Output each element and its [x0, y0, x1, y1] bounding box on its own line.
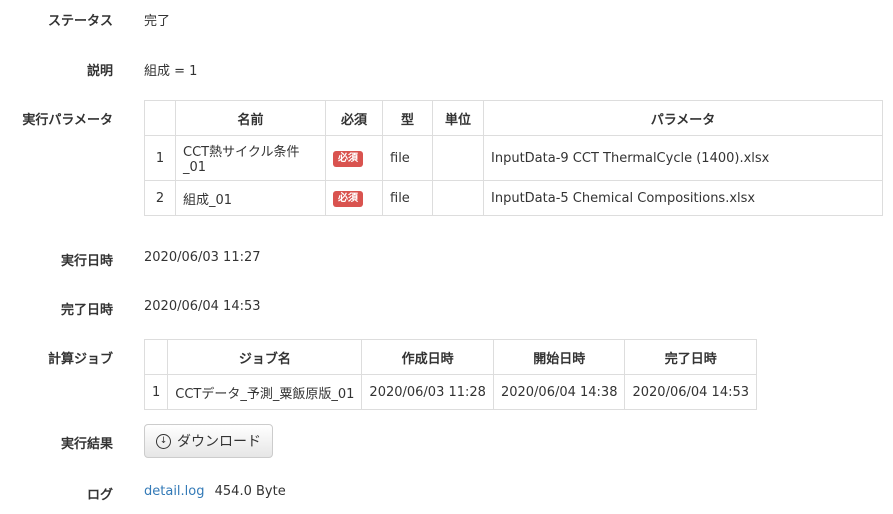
params-header-name: 名前 — [175, 100, 326, 136]
jobs-started: 2020/06/04 14:38 — [492, 374, 626, 410]
required-badge: 必須 — [333, 150, 363, 167]
params-header-unit: 単位 — [432, 100, 484, 136]
params-required-cell: 必須 — [325, 180, 383, 216]
done-time-label: 完了日時 — [60, 303, 113, 318]
params-header-idx — [144, 100, 176, 136]
params-name: 組成_01 — [175, 180, 326, 216]
log-value: detail.log 454.0 Byte — [144, 484, 286, 499]
table-row: 1 CCT熱サイクル条件_01 必須 file InputData-9 CCT … — [144, 135, 883, 181]
jobs-idx: 1 — [143, 374, 169, 410]
jobs-header-created: 作成日時 — [361, 339, 494, 375]
params-required-cell: 必須 — [325, 135, 383, 181]
params-unit — [432, 180, 484, 216]
params-value: InputData-9 CCT ThermalCycle (1400).xlsx — [483, 135, 883, 181]
params-idx: 2 — [144, 180, 176, 216]
log-file-size: 454.0 Byte — [214, 484, 286, 499]
jobs-header-idx — [143, 339, 169, 375]
log-label: ログ — [86, 488, 113, 503]
download-circle-icon: ↓ — [156, 433, 171, 449]
params-value: InputData-5 Chemical Compositions.xlsx — [483, 180, 883, 216]
jobs-label: 計算ジョブ — [47, 352, 113, 367]
table-row: 1 CCTデータ_予測_粟飯原版_01 2020/06/03 11:28 202… — [143, 374, 758, 410]
params-name: CCT熱サイクル条件_01 — [175, 135, 326, 181]
log-file-link[interactable]: detail.log — [144, 484, 205, 499]
jobs-header-started: 開始日時 — [492, 339, 626, 375]
params-type: file — [382, 135, 433, 181]
params-label: 実行パラメータ — [22, 113, 113, 128]
required-badge: 必須 — [333, 190, 363, 207]
jobs-finished: 2020/06/04 14:53 — [624, 374, 758, 410]
params-unit — [432, 135, 484, 181]
status-value: 完了 — [144, 14, 171, 29]
description-value: 組成 = 1 — [144, 64, 198, 79]
jobs-header-row: ジョブ名 作成日時 開始日時 完了日時 — [143, 339, 758, 375]
params-header-type: 型 — [382, 100, 433, 136]
exec-time-label: 実行日時 — [60, 254, 113, 269]
done-time-value: 2020/06/04 14:53 — [144, 299, 261, 314]
exec-time-value: 2020/06/03 11:27 — [144, 250, 261, 265]
table-row: 2 組成_01 必須 file InputData-5 Chemical Com… — [144, 180, 883, 216]
result-label: 実行結果 — [60, 437, 113, 452]
jobs-header-name: ジョブ名 — [167, 339, 363, 375]
params-header-row: 名前 必須 型 単位 パラメータ — [144, 100, 883, 136]
params-idx: 1 — [144, 135, 176, 181]
jobs-created: 2020/06/03 11:28 — [361, 374, 494, 410]
jobs-name: CCTデータ_予測_粟飯原版_01 — [167, 374, 363, 410]
params-header-required: 必須 — [325, 100, 383, 136]
jobs-header-finished: 完了日時 — [624, 339, 758, 375]
status-label: ステータス — [47, 14, 113, 29]
description-label: 説明 — [86, 64, 113, 79]
jobs-table: ジョブ名 作成日時 開始日時 完了日時 1 CCTデータ_予測_粟飯原版_01 … — [143, 339, 758, 410]
params-header-param: パラメータ — [483, 100, 883, 136]
params-table: 名前 必須 型 単位 パラメータ 1 CCT熱サイクル条件_01 必須 file… — [144, 100, 883, 216]
params-type: file — [382, 180, 433, 216]
download-button[interactable]: ↓ ダウンロード — [144, 424, 273, 458]
download-button-label: ダウンロード — [177, 434, 261, 450]
